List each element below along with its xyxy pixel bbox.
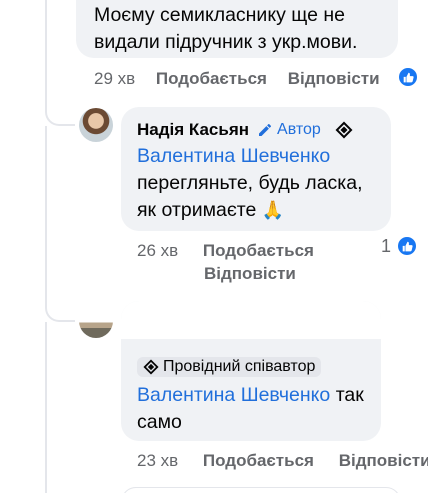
reply-button[interactable]: Відповісти <box>288 69 380 88</box>
comment-text: так <box>335 384 364 406</box>
comment-bubble: Надія Касьян Автор Валентина Шевченко пе… <box>121 107 391 231</box>
comment-bubble: Провідний співавтор Валентина Шевченко т… <box>121 301 381 441</box>
top-contributor-badge: Провідний співавтор <box>137 357 322 377</box>
comment-actions: 23 хв Подобається Відповісти <box>137 451 428 471</box>
comment-bubble: Моєму семикласнику ще не видали підручни… <box>76 0 398 58</box>
like-button[interactable]: Подобається <box>156 69 267 88</box>
author-badge: Автор <box>257 121 321 139</box>
mention-link[interactable]: Валентина Шевченко <box>137 384 330 406</box>
redacted-author-name <box>121 301 381 351</box>
thread-line <box>45 322 47 493</box>
avatar[interactable] <box>79 304 113 338</box>
like-reaction-icon[interactable] <box>397 66 419 88</box>
like-button[interactable]: Подобається <box>203 451 314 470</box>
thread-line <box>45 0 47 108</box>
author-name[interactable]: Надія Касьян <box>137 120 249 140</box>
thread-connector <box>45 108 75 126</box>
comment-time[interactable]: 29 хв <box>94 69 135 88</box>
thread-line <box>45 126 47 304</box>
comment-text-line: як отримаєте <box>137 199 257 221</box>
comment-time[interactable]: 23 хв <box>137 451 178 470</box>
reply-button[interactable]: Відповісти <box>339 451 428 470</box>
like-button[interactable]: Подобається <box>203 241 314 260</box>
top-fan-badge-icon <box>335 121 353 139</box>
top-contributor-label: Провідний співавтор <box>163 358 316 375</box>
comment-actions: 26 хв Подобається Відповісти <box>137 239 314 285</box>
next-comment-bubble <box>121 487 401 493</box>
like-reaction-icon[interactable] <box>396 235 418 257</box>
comment-text-line: перегляньте, будь ласка, <box>137 172 363 194</box>
reply-button[interactable]: Відповісти <box>204 262 314 285</box>
avatar[interactable] <box>79 108 113 142</box>
thread-connector <box>45 304 75 322</box>
praying-hands-emoji: 🙏 <box>261 200 285 220</box>
comment-time[interactable]: 26 хв <box>137 241 178 260</box>
comment-text-line: Моєму семикласнику ще не <box>94 4 345 26</box>
author-badge-label: Автор <box>277 121 321 138</box>
pencil-icon <box>259 123 272 136</box>
reaction-count[interactable]: 1 <box>381 236 391 257</box>
comment-text-line: само <box>137 411 182 433</box>
mention-link[interactable]: Валентина Шевченко <box>137 145 330 167</box>
comment-actions: 29 хв Подобається Відповісти <box>94 69 380 89</box>
top-contributor-icon <box>143 359 159 375</box>
comment-text-line: видали підручник з укр.мови. <box>94 31 358 53</box>
